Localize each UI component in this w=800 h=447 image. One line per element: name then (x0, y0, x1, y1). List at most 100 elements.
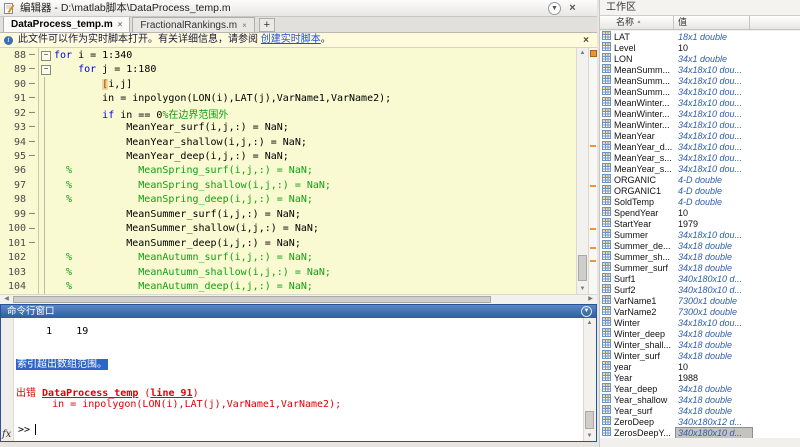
scroll-left-icon[interactable]: ◀ (1, 295, 12, 304)
code-text[interactable]: for j = 1:180 (52, 64, 156, 75)
workspace-row[interactable]: Summer34x18x10 dou... (600, 229, 800, 240)
tab-close-icon[interactable]: × (242, 21, 247, 30)
tab-close-icon[interactable]: × (118, 20, 123, 29)
warning-marker[interactable] (590, 145, 596, 147)
scrollbar-thumb[interactable] (578, 255, 587, 281)
workspace-row[interactable]: Year_shallow34x18 double (600, 394, 800, 405)
workspace-row[interactable]: Year1988 (600, 372, 800, 383)
workspace-row[interactable]: MeanYear_s...34x18x10 dou... (600, 163, 800, 174)
error-file-link[interactable]: DataProcess_temp (42, 388, 138, 399)
workspace-row[interactable]: StartYear1979 (600, 218, 800, 229)
scrollbar-thumb[interactable] (585, 411, 594, 429)
tab-fractionalrankings[interactable]: FractionalRankings.m × (132, 17, 254, 32)
breakpoint-column[interactable]: – (26, 48, 39, 62)
code-text[interactable]: MeanYear_shallow(i,j,:) = NaN; (52, 137, 307, 148)
workspace-row[interactable]: ORGANIC4-D double (600, 174, 800, 185)
code-text[interactable]: % MeanAutumn_surf(i,j,:) = NaN; (52, 252, 313, 263)
command-window-scrollbar[interactable]: ▲ ▼ (583, 318, 596, 441)
breakpoint-column[interactable]: – (26, 77, 39, 91)
editor-vertical-scrollbar[interactable]: ▲ ▼ (576, 48, 588, 294)
workspace-row[interactable]: Summer_de...34x18 double (600, 240, 800, 251)
new-tab-button[interactable]: + (259, 18, 275, 32)
warning-marker[interactable] (590, 185, 596, 187)
breakpoint-column[interactable]: – (26, 222, 39, 236)
column-header-value[interactable]: 值 (674, 16, 750, 29)
workspace-row[interactable]: MeanSumm...34x18x10 dou... (600, 64, 800, 75)
fold-marker-icon[interactable] (39, 48, 52, 62)
breakpoint-column[interactable]: – (26, 62, 39, 76)
warning-marker[interactable] (590, 247, 596, 249)
workspace-row[interactable]: Level10 (600, 42, 800, 53)
tab-dataprocess[interactable]: DataProcess_temp.m × (3, 16, 130, 32)
workspace-row[interactable]: MeanWinter...34x18x10 dou... (600, 97, 800, 108)
workspace-row[interactable]: MeanSumm...34x18x10 dou... (600, 75, 800, 86)
editor-menu-button[interactable]: ▼ (548, 2, 561, 15)
code-text[interactable]: MeanYear_surf(i,j,:) = NaN; (52, 122, 289, 133)
command-window-menu-button[interactable]: ▼ (581, 306, 592, 317)
workspace-row[interactable]: year10 (600, 361, 800, 372)
breakpoint-column[interactable]: – (26, 135, 39, 149)
fold-marker-icon[interactable] (39, 62, 52, 76)
workspace-row[interactable]: MeanSumm...34x18x10 dou... (600, 86, 800, 97)
workspace-row[interactable]: Surf1340x180x10 d... (600, 273, 800, 284)
scroll-up-icon[interactable]: ▲ (584, 318, 595, 328)
workspace-row[interactable]: MeanWinter...34x18x10 dou... (600, 108, 800, 119)
breakpoint-column[interactable]: – (26, 149, 39, 163)
scroll-up-icon[interactable]: ▲ (577, 48, 588, 58)
scroll-down-icon[interactable]: ▼ (584, 431, 595, 441)
workspace-row[interactable]: Winter34x18x10 dou... (600, 317, 800, 328)
warning-marker[interactable] (590, 260, 596, 262)
breakpoint-column[interactable]: – (26, 106, 39, 120)
breakpoint-column[interactable] (26, 251, 39, 265)
workspace-row[interactable]: Winter_deep34x18 double (600, 328, 800, 339)
workspace-row[interactable]: VarName17300x1 double (600, 295, 800, 306)
scroll-down-icon[interactable]: ▼ (577, 284, 588, 294)
workspace-row[interactable]: MeanWinter...34x18x10 dou... (600, 119, 800, 130)
workspace-row[interactable]: ZerosDeepY...340x180x10 d... (600, 427, 800, 438)
warning-marker[interactable] (590, 228, 596, 230)
breakpoint-column[interactable] (26, 164, 39, 178)
workspace-row[interactable]: Summer_sh...34x18 double (600, 251, 800, 262)
workspace-row[interactable]: ORGANIC14-D double (600, 185, 800, 196)
code-text[interactable]: if in == 0%在边界范围外 (52, 106, 228, 121)
code-lines[interactable]: 88–for i = 1:34089– for j = 1:18090– [i,… (0, 48, 597, 294)
command-window-content[interactable]: 1 19 索引超出数组范围。 出错 DataProcess_temp (line… (14, 318, 583, 441)
breakpoint-column[interactable]: – (26, 120, 39, 134)
banner-close-icon[interactable]: × (583, 34, 589, 48)
code-text[interactable]: % MeanSpring_deep(i,j,:) = NaN; (52, 194, 313, 205)
breakpoint-column[interactable]: – (26, 207, 39, 221)
code-text[interactable]: in = inpolygon(LON(i),LAT(j),VarName1,Va… (52, 93, 391, 104)
breakpoint-column[interactable]: – (26, 236, 39, 250)
workspace-row[interactable]: SpendYear10 (600, 207, 800, 218)
command-prompt[interactable]: >> (18, 424, 36, 436)
workspace-row[interactable]: Year_deep34x18 double (600, 383, 800, 394)
code-text[interactable]: for i = 1:340 (52, 50, 132, 61)
workspace-row[interactable]: LAT18x1 double (600, 31, 800, 42)
breakpoint-column[interactable] (26, 193, 39, 207)
fx-icon[interactable]: fx (2, 429, 11, 440)
code-text[interactable]: % MeanSpring_surf(i,j,:) = NaN; (52, 165, 313, 176)
scrollbar-thumb[interactable] (13, 296, 491, 303)
error-line-link[interactable]: line 91 (150, 388, 192, 399)
workspace-row[interactable]: MeanYear_s...34x18x10 dou... (600, 152, 800, 163)
code-text[interactable]: MeanYear_deep(i,j,:) = NaN; (52, 151, 289, 162)
code-text[interactable]: % MeanAutumn_deep(i,j,:) = NaN; (52, 281, 313, 292)
breakpoint-column[interactable]: – (26, 91, 39, 105)
workspace-row[interactable]: VarName27300x1 double (600, 306, 800, 317)
workspace-row[interactable]: Winter_shall...34x18 double (600, 339, 800, 350)
warning-summary-icon[interactable] (590, 50, 597, 57)
workspace-row[interactable]: Winter_surf34x18 double (600, 350, 800, 361)
workspace-row[interactable]: Surf2340x180x10 d... (600, 284, 800, 295)
breakpoint-column[interactable] (26, 178, 39, 192)
workspace-row[interactable]: LON34x1 double (600, 53, 800, 64)
editor-close-button[interactable]: × (566, 2, 579, 15)
editor-horizontal-scrollbar[interactable]: ◀ ▶ (0, 294, 597, 304)
code-text[interactable]: % MeanAutumn_shallow(i,j,:) = NaN; (52, 267, 331, 278)
workspace-row[interactable]: SoldTemp4-D double (600, 196, 800, 207)
workspace-row[interactable]: Year_surf34x18 double (600, 405, 800, 416)
scroll-right-icon[interactable]: ▶ (585, 295, 596, 304)
code-text[interactable]: [i,j] (52, 79, 132, 90)
code-text[interactable]: MeanSummer_deep(i,j,:) = NaN; (52, 238, 301, 249)
breakpoint-column[interactable] (26, 265, 39, 279)
code-text[interactable]: MeanSummer_shallow(i,j,:) = NaN; (52, 223, 319, 234)
